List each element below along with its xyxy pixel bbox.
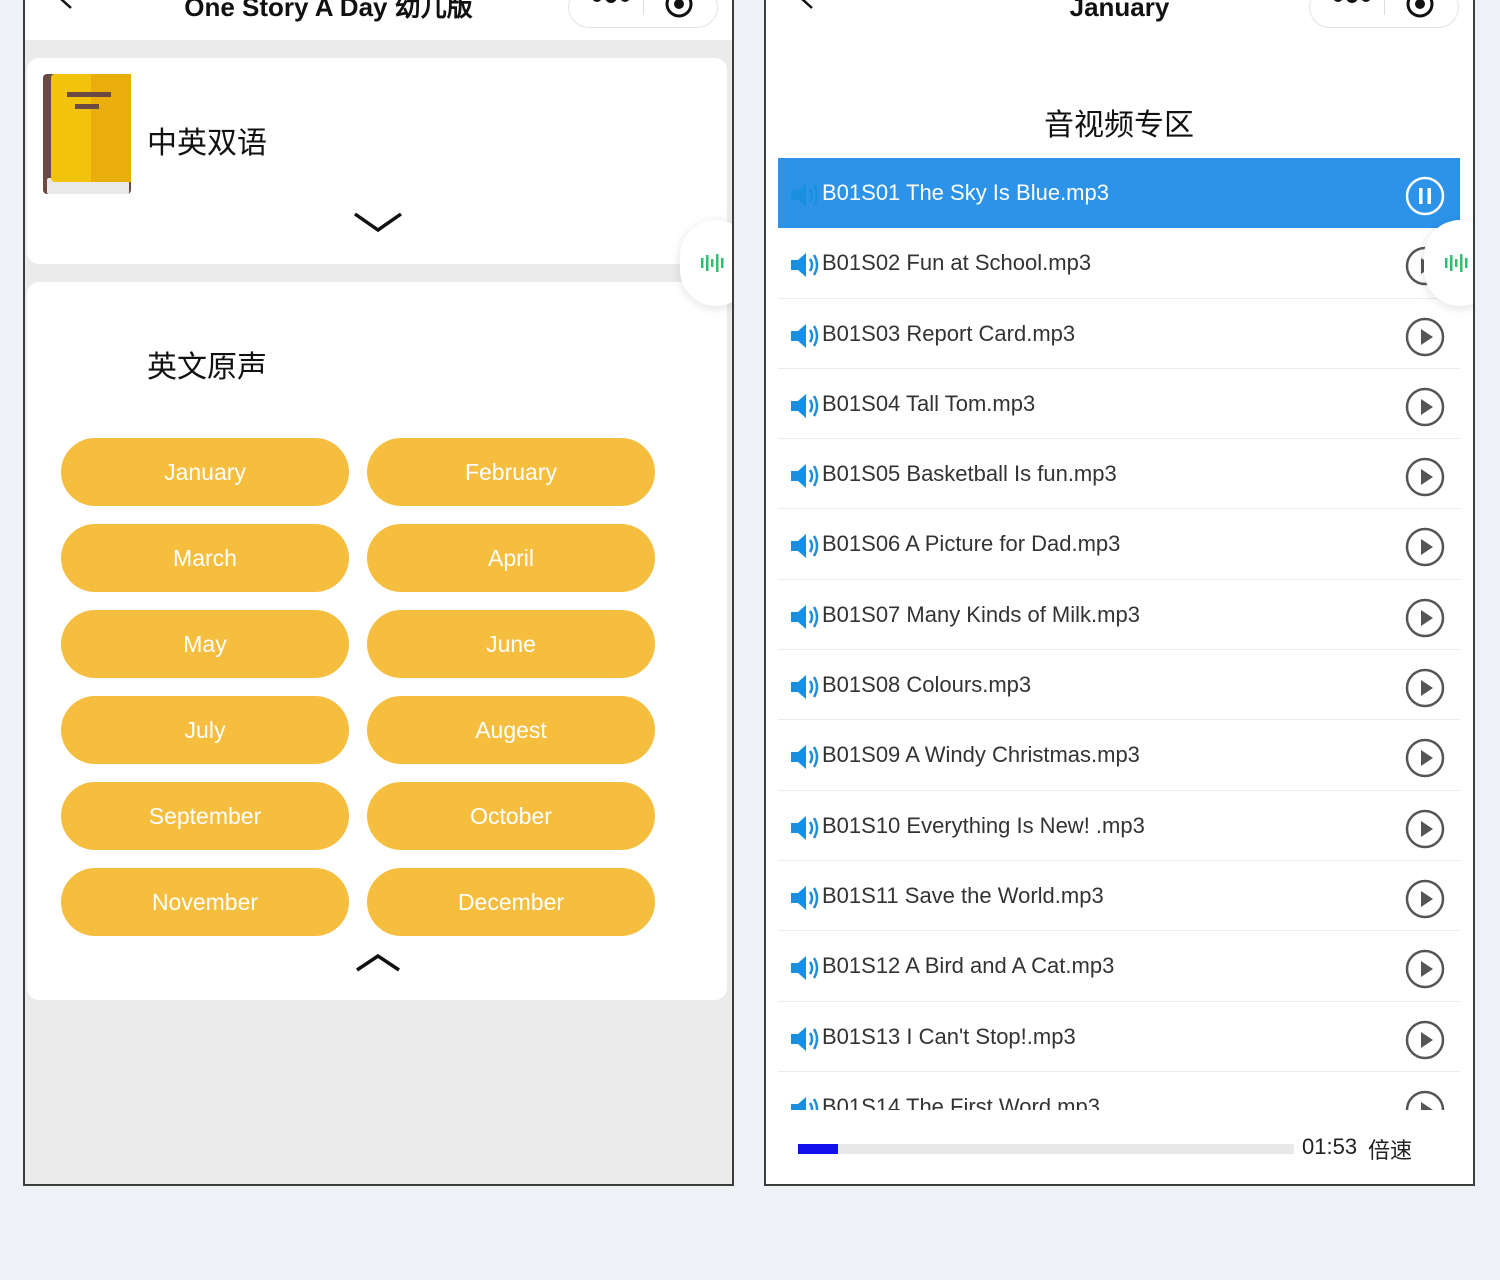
track-row[interactable]: B01S05 Basketball Is fun.mp3 [778, 439, 1460, 510]
nav-bar: One Story A Day 幼儿版 [25, 0, 732, 40]
speaker-icon [791, 464, 819, 489]
pause-icon[interactable] [1404, 175, 1446, 217]
playback-time: 01:53 [1302, 1134, 1358, 1159]
track-name: B01S13 I Can't Stop!.mp3 [822, 1023, 1076, 1049]
book-title: 中英双语 [147, 127, 267, 160]
track-row[interactable]: B01S01 The Sky Is Blue.mp3 [778, 158, 1460, 229]
month-button-june[interactable]: June [367, 610, 655, 678]
track-row[interactable]: B01S14 The First Word.mp3 [778, 1072, 1460, 1110]
capsule-divider [1384, 0, 1385, 15]
play-icon[interactable] [1404, 1019, 1446, 1061]
track-name: B01S09 A Windy Christmas.mp3 [822, 742, 1140, 768]
month-button-november[interactable]: November [61, 868, 349, 936]
track-row[interactable]: B01S11 Save the World.mp3 [778, 861, 1460, 932]
floating-audio-button[interactable] [1424, 220, 1473, 306]
left-screen: One Story A Day 幼儿版 中英双语 英文原声 January Fe… [23, 0, 734, 1186]
speaker-icon [791, 675, 819, 700]
track-row[interactable]: B01S04 Tall Tom.mp3 [778, 369, 1460, 440]
speaker-icon [791, 885, 819, 910]
track-name: B01S12 A Bird and A Cat.mp3 [822, 953, 1115, 979]
months-card: 英文原声 January February March April May Ju… [27, 282, 727, 1000]
month-button-december[interactable]: December [367, 868, 655, 936]
speed-button[interactable]: 倍速 [1368, 1133, 1412, 1165]
book-icon [43, 74, 131, 194]
capsule-divider [643, 0, 644, 15]
track-row[interactable]: B01S10 Everything Is New! .mp3 [778, 791, 1460, 861]
chevron-down-icon[interactable] [353, 208, 403, 238]
month-button-october[interactable]: October [367, 782, 655, 850]
floating-audio-button[interactable] [680, 220, 732, 306]
track-row[interactable]: B01S13 I Can't Stop!.mp3 [778, 1002, 1460, 1072]
track-name: B01S07 Many Kinds of Milk.mp3 [822, 601, 1140, 627]
media-card: 音视频专区 B01S01 The Sky Is Blue.mp3 B01S02 … [778, 60, 1460, 1110]
track-name: B01S02 Fun at School.mp3 [822, 250, 1092, 276]
play-icon[interactable] [1404, 597, 1446, 639]
month-button-april[interactable]: April [367, 524, 655, 592]
track-row[interactable]: B01S08 Colours.mp3 [778, 650, 1460, 721]
month-button-july[interactable]: July [61, 696, 349, 764]
play-icon[interactable] [1404, 526, 1446, 568]
audio-wave-icon [701, 254, 724, 272]
speaker-icon [791, 393, 819, 418]
play-icon[interactable] [1404, 316, 1446, 358]
track-row[interactable]: B01S06 A Picture for Dad.mp3 [778, 509, 1460, 580]
audio-wave-icon [1445, 254, 1468, 272]
play-icon[interactable] [1404, 737, 1446, 779]
more-icon[interactable] [591, 0, 631, 7]
month-button-august[interactable]: Augest [367, 696, 655, 764]
right-screen: January 音视频专区 B01S01 The Sky Is Blue.mp3… [764, 0, 1475, 1186]
play-icon[interactable] [1404, 386, 1446, 428]
speaker-icon [791, 323, 819, 348]
track-name: B01S04 Tall Tom.mp3 [822, 390, 1036, 416]
track-name: B01S01 The Sky Is Blue.mp3 [822, 180, 1109, 205]
speaker-icon [791, 956, 819, 981]
progress-bar[interactable] [798, 1144, 1294, 1154]
play-icon[interactable] [1404, 948, 1446, 990]
close-circle-icon[interactable] [1405, 0, 1435, 19]
track-name: B01S14 The First Word.mp3 [822, 1093, 1100, 1110]
speaker-icon [791, 253, 819, 278]
track-row[interactable]: B01S02 Fun at School.mp3 [778, 228, 1460, 299]
speaker-icon [791, 815, 819, 840]
speaker-icon [791, 745, 819, 770]
mini-capsule [568, 0, 718, 28]
speaker-icon [791, 183, 819, 207]
track-row[interactable]: B01S07 Many Kinds of Milk.mp3 [778, 580, 1460, 651]
month-button-january[interactable]: January [61, 438, 349, 506]
track-row[interactable]: B01S09 A Windy Christmas.mp3 [778, 720, 1460, 791]
progress-fill [798, 1144, 838, 1154]
play-icon[interactable] [1404, 1089, 1446, 1110]
track-name: B01S08 Colours.mp3 [822, 672, 1032, 698]
month-button-march[interactable]: March [61, 524, 349, 592]
track-name: B01S11 Save the World.mp3 [822, 882, 1104, 908]
play-icon[interactable] [1404, 808, 1446, 850]
section-title: 英文原声 [147, 351, 267, 384]
play-icon[interactable] [1404, 456, 1446, 498]
chevron-up-icon[interactable] [353, 950, 403, 974]
track-name: B01S10 Everything Is New! .mp3 [822, 812, 1145, 838]
audio-player-bar: 01:53 倍速 [766, 1110, 1473, 1184]
speaker-icon [791, 1096, 819, 1110]
track-row[interactable]: B01S12 A Bird and A Cat.mp3 [778, 931, 1460, 1002]
month-button-may[interactable]: May [61, 610, 349, 678]
month-grid: January February March April May June Ju… [61, 438, 655, 936]
play-icon[interactable] [1404, 878, 1446, 920]
mini-capsule [1309, 0, 1459, 28]
nav-bar: January [766, 0, 1473, 40]
book-card: 中英双语 [27, 58, 727, 264]
play-icon[interactable] [1404, 667, 1446, 709]
month-button-september[interactable]: September [61, 782, 349, 850]
track-name: B01S06 A Picture for Dad.mp3 [822, 531, 1121, 557]
speaker-icon [791, 534, 819, 559]
more-icon[interactable] [1332, 0, 1372, 7]
track-row[interactable]: B01S03 Report Card.mp3 [778, 299, 1460, 369]
section-title: 音视频专区 [1044, 109, 1194, 142]
speaker-icon [791, 1026, 819, 1051]
speaker-icon [791, 604, 819, 629]
track-name: B01S03 Report Card.mp3 [822, 320, 1076, 346]
track-list: B01S01 The Sky Is Blue.mp3 B01S02 Fun at… [778, 158, 1460, 1110]
track-name: B01S05 Basketball Is fun.mp3 [822, 461, 1117, 487]
month-button-february[interactable]: February [367, 438, 655, 506]
close-circle-icon[interactable] [664, 0, 694, 19]
